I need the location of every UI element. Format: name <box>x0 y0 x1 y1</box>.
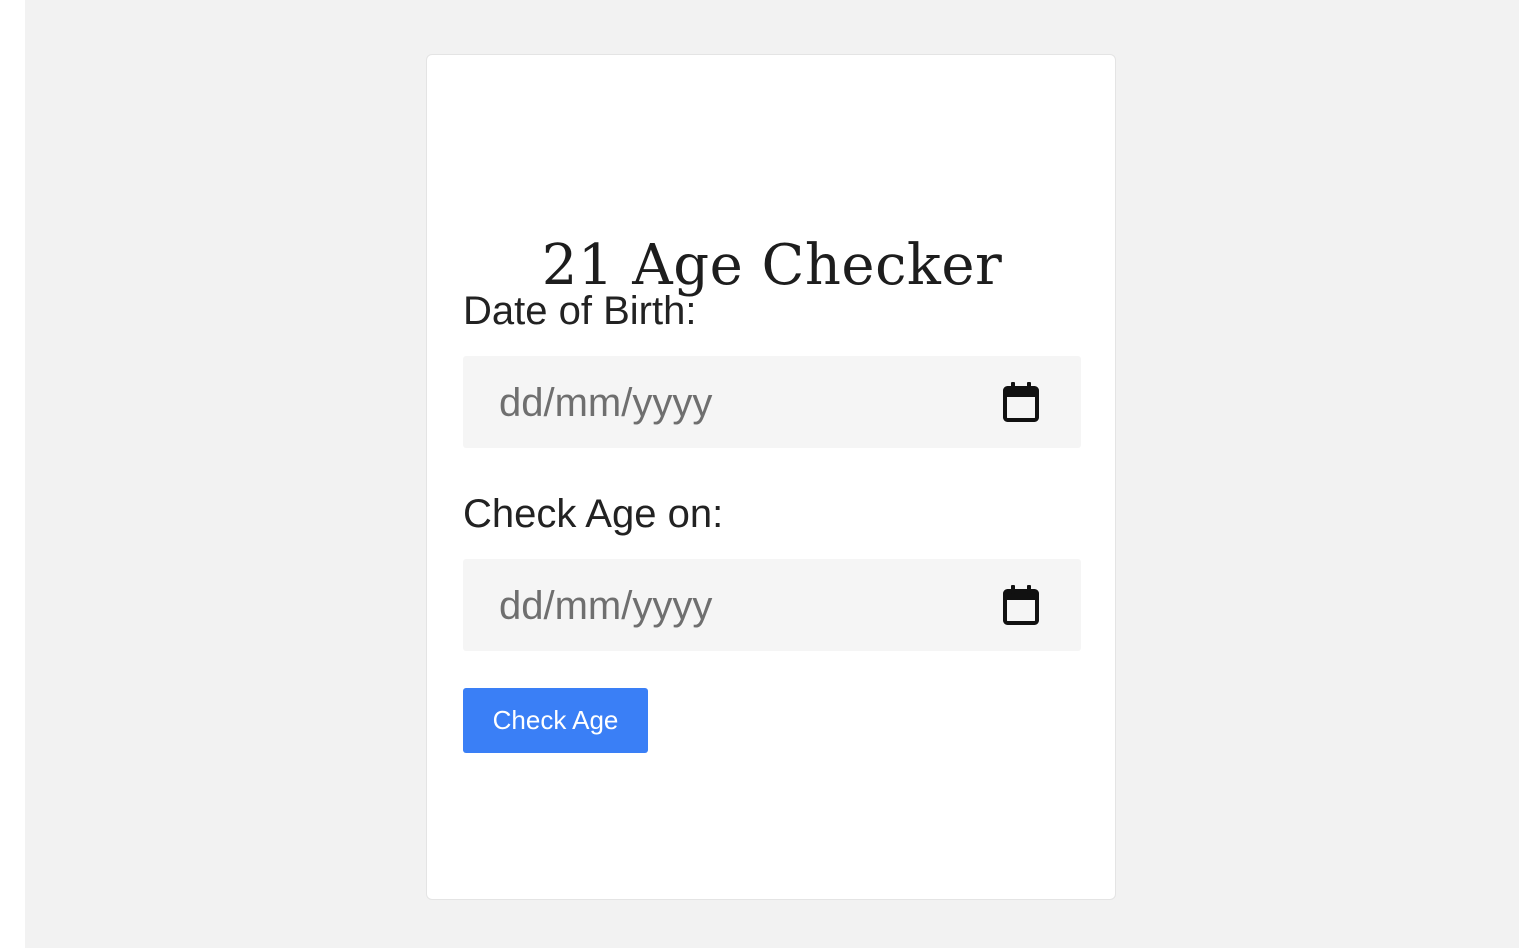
page-edge <box>1519 0 1536 948</box>
check-on-label: Check Age on: <box>463 492 724 536</box>
dob-date-input[interactable]: dd/mm/yyyy <box>463 356 1081 448</box>
age-checker-card: 21 Age Checker Date of Birth: dd/mm/yyyy… <box>426 54 1116 900</box>
dob-label: Date of Birth: <box>463 289 697 333</box>
check-on-date-input[interactable]: dd/mm/yyyy <box>463 559 1081 651</box>
check-on-placeholder: dd/mm/yyyy <box>499 584 713 628</box>
calendar-icon[interactable] <box>1001 583 1041 627</box>
check-age-button[interactable]: Check Age <box>463 688 648 753</box>
dob-placeholder: dd/mm/yyyy <box>499 381 713 425</box>
calendar-icon[interactable] <box>1001 380 1041 424</box>
